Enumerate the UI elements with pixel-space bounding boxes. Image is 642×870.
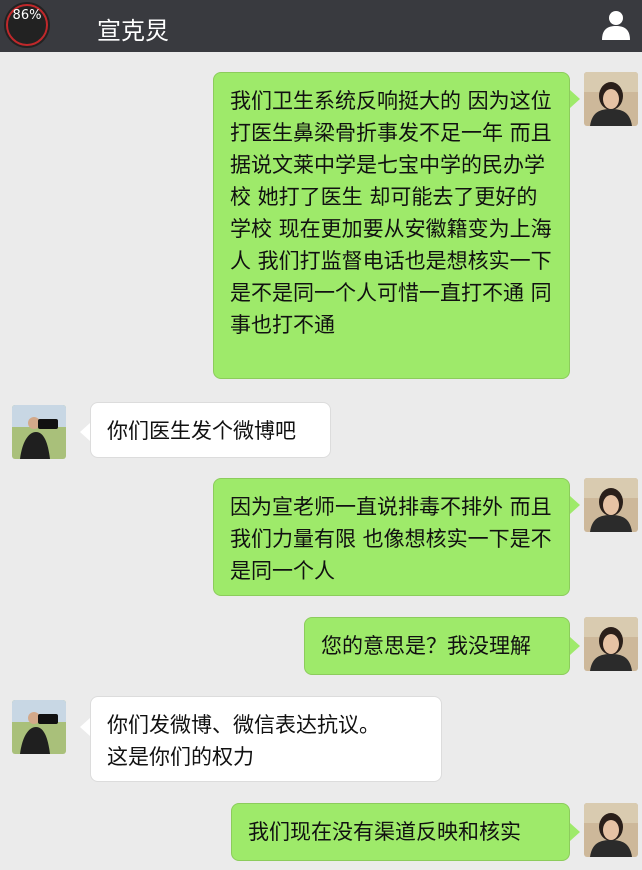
battery-percent: 86% (12, 8, 42, 23)
message-bubble-received[interactable]: 你们医生发个微博吧 (90, 402, 331, 458)
bubble-tail (570, 90, 580, 108)
message-bubble-sent[interactable]: 我们卫生系统反响挺大的 因为这位打医生鼻梁骨折事发不足一年 而且据说文莱中学是七… (213, 72, 570, 379)
bubble-tail (570, 823, 580, 841)
my-avatar[interactable] (584, 617, 638, 671)
battery-indicator: 86% (4, 2, 50, 48)
message-bubble-sent[interactable]: 我们现在没有渠道反映和核实 (231, 803, 570, 861)
my-avatar[interactable] (584, 72, 638, 126)
contact-avatar[interactable] (12, 405, 66, 459)
message-bubble-received[interactable]: 你们发微博、微信表达抗议。 这是你们的权力 (90, 696, 442, 782)
message-bubble-sent[interactable]: 因为宣老师一直说排毒不排外 而且我们力量有限 也像想核实一下是不是同一个人 (213, 478, 570, 596)
bubble-tail (570, 496, 580, 514)
contact-name: 宣克炅 (97, 17, 169, 45)
contact-avatar[interactable] (12, 700, 66, 754)
avatar-image (584, 478, 638, 532)
my-avatar[interactable] (584, 803, 638, 857)
bubble-tail (80, 423, 90, 441)
avatar-image (584, 803, 638, 857)
bubble-tail (570, 637, 580, 655)
chat-header: 86% 宣克炅 (0, 0, 642, 52)
avatar-image (12, 405, 66, 459)
message-bubble-sent[interactable]: 您的意思是？我没理解 (304, 617, 570, 675)
avatar-image (584, 72, 638, 126)
bubble-tail (80, 718, 90, 736)
avatar-image (12, 700, 66, 754)
person-icon[interactable] (598, 7, 634, 43)
my-avatar[interactable] (584, 478, 638, 532)
avatar-image (584, 617, 638, 671)
